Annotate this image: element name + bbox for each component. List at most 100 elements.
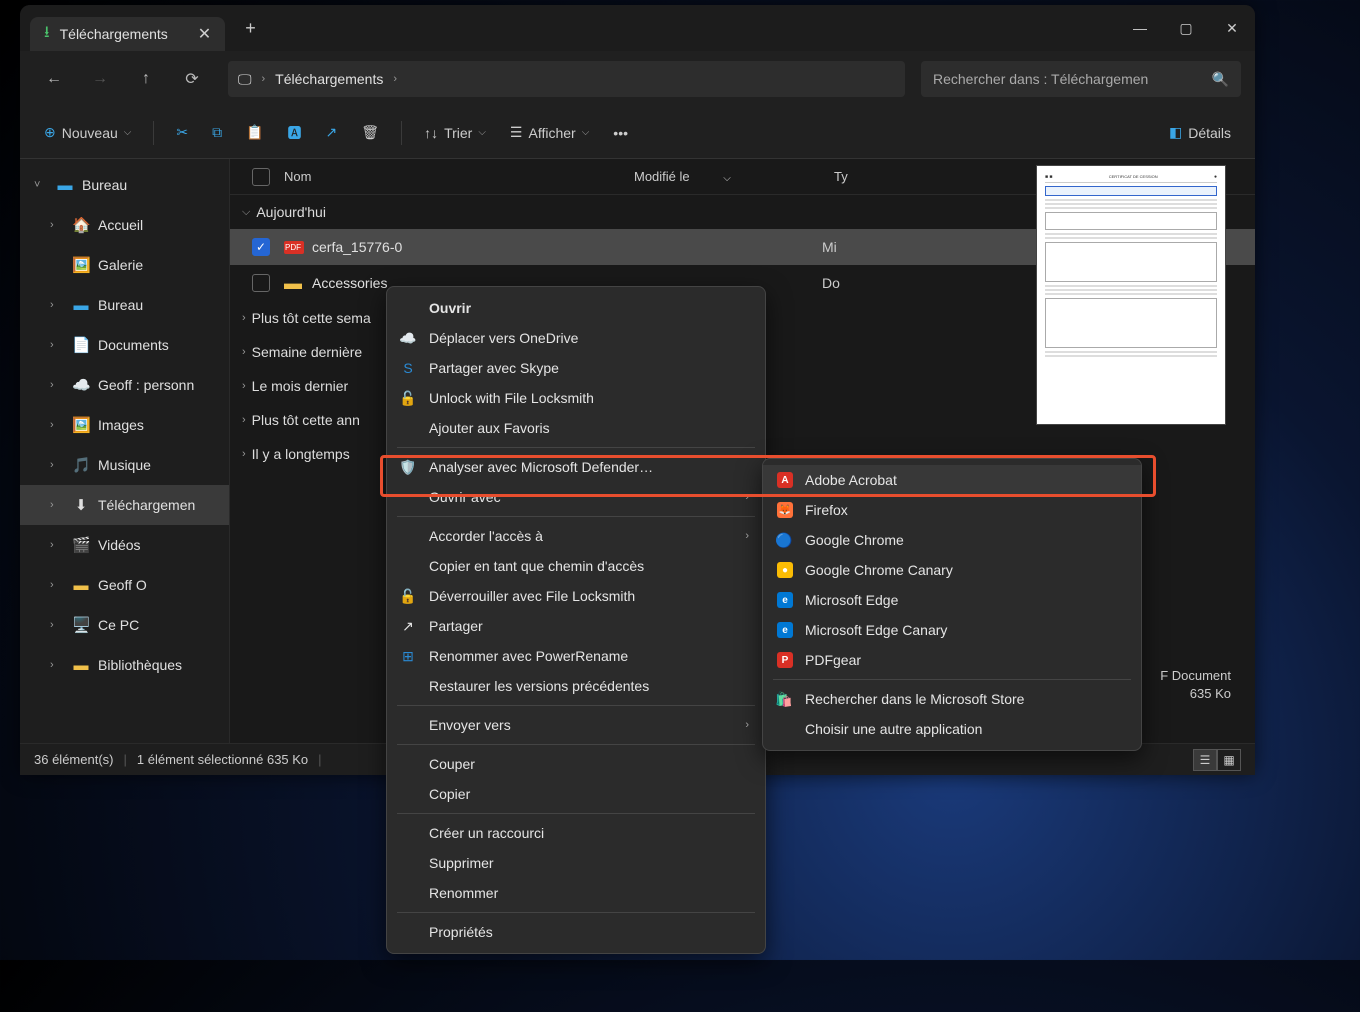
expander-icon[interactable]: › bbox=[50, 459, 64, 471]
menu-item-renommeravecpowerren[interactable]: ⊞Renommer avec PowerRename bbox=[387, 641, 765, 671]
row-checkbox[interactable]: ✓ bbox=[252, 238, 270, 256]
expander-icon[interactable]: › bbox=[50, 499, 64, 511]
details-view-toggle[interactable]: ☰ bbox=[1193, 749, 1217, 771]
row-checkbox[interactable] bbox=[252, 274, 270, 292]
menu-item-proprits[interactable]: Propriétés bbox=[387, 917, 765, 947]
new-button[interactable]: ⊕ Nouveau ⌵ bbox=[34, 115, 141, 151]
col-name[interactable]: Nom bbox=[284, 169, 634, 184]
paste-button[interactable]: 📋 bbox=[236, 115, 273, 151]
forward-button[interactable]: → bbox=[80, 59, 120, 99]
chevron-right-icon[interactable]: › bbox=[242, 448, 246, 460]
breadcrumb[interactable]: 🖵 › Téléchargements › bbox=[228, 61, 905, 97]
view-button[interactable]: ☰ Afficher ⌵ bbox=[500, 115, 599, 151]
sidebar-item-musique[interactable]: ›🎵Musique bbox=[20, 445, 229, 485]
menu-item-dplacerversonedrive[interactable]: ☁️Déplacer vers OneDrive bbox=[387, 323, 765, 353]
sidebar-item-bibliothques[interactable]: ›▬Bibliothèques bbox=[20, 645, 229, 685]
col-type[interactable]: Ty bbox=[834, 169, 934, 184]
maximize-button[interactable]: ▢ bbox=[1163, 10, 1209, 46]
close-button[interactable]: ✕ bbox=[1209, 10, 1255, 46]
chevron-right-icon[interactable]: › bbox=[242, 380, 246, 392]
new-tab-button[interactable]: + bbox=[245, 18, 256, 39]
menu-item-ouvriravec[interactable]: Ouvrir avec› bbox=[387, 482, 765, 512]
search-box[interactable]: Rechercher dans : Téléchargemen 🔍 bbox=[921, 61, 1241, 97]
openwith-adobeacrobat[interactable]: AAdobe Acrobat bbox=[763, 465, 1141, 495]
menu-item-supprimer[interactable]: Supprimer bbox=[387, 848, 765, 878]
sidebar-label: Bibliothèques bbox=[98, 657, 182, 673]
chevron-right-icon[interactable]: › bbox=[242, 312, 246, 324]
col-modified[interactable]: Modifié le ⌵ bbox=[634, 169, 834, 184]
sidebar-item-geoffpersonn[interactable]: ›☁️Geoff : personn bbox=[20, 365, 229, 405]
menu-item-dverrouilleravecfile[interactable]: 🔓Déverrouiller avec File Locksmith bbox=[387, 581, 765, 611]
chevron-right-icon[interactable]: › bbox=[242, 414, 246, 426]
openwith-microsoftedgecanary[interactable]: eMicrosoft Edge Canary bbox=[763, 615, 1141, 645]
expander-icon[interactable]: › bbox=[50, 219, 64, 231]
menu-item-crerunraccourci[interactable]: Créer un raccourci bbox=[387, 818, 765, 848]
openwith-microsoftedge[interactable]: eMicrosoft Edge bbox=[763, 585, 1141, 615]
open-with-submenu[interactable]: AAdobe Acrobat🦊Firefox🔵Google Chrome●Goo… bbox=[762, 458, 1142, 751]
chevron-right-icon[interactable]: › bbox=[242, 346, 246, 358]
expander-icon[interactable]: › bbox=[50, 579, 64, 591]
menu-item-copierentantquechemi[interactable]: Copier en tant que chemin d'accès bbox=[387, 551, 765, 581]
context-menu[interactable]: Ouvrir☁️Déplacer vers OneDriveSPartager … bbox=[386, 286, 766, 954]
sidebar-item-images[interactable]: ›🖼️Images bbox=[20, 405, 229, 445]
openwith-firefox[interactable]: 🦊Firefox bbox=[763, 495, 1141, 525]
sidebar-item-cepc[interactable]: ›🖥️Ce PC bbox=[20, 605, 229, 645]
tab-close-button[interactable]: ✕ bbox=[198, 24, 211, 44]
menu-item-unlockwithfilelocksm[interactable]: 🔓Unlock with File Locksmith bbox=[387, 383, 765, 413]
sort-button[interactable]: ↑↓ Trier ⌵ bbox=[414, 115, 496, 151]
delete-button[interactable]: 🗑 bbox=[351, 115, 389, 151]
expander-icon[interactable]: › bbox=[50, 539, 64, 551]
menu-item-restaurerlesversions[interactable]: Restaurer les versions précédentes bbox=[387, 671, 765, 701]
sidebar-item-bureau[interactable]: ˅▬Bureau bbox=[20, 165, 229, 205]
menu-item-renommer[interactable]: Renommer bbox=[387, 878, 765, 908]
folder-icon: 🖼️ bbox=[72, 256, 90, 274]
select-all-checkbox[interactable] bbox=[252, 168, 270, 186]
menu-item-analyseravecmicrosof[interactable]: 🛡️Analyser avec Microsoft Defender… bbox=[387, 452, 765, 482]
minimize-button[interactable]: — bbox=[1117, 10, 1163, 46]
chevron-down-icon[interactable]: ⌵ bbox=[242, 206, 250, 219]
details-pane-button[interactable]: ◧ Détails bbox=[1159, 115, 1241, 151]
copy-button[interactable]: ⧉ bbox=[202, 115, 232, 151]
expander-icon[interactable]: › bbox=[50, 619, 64, 631]
menu-item-ouvrir[interactable]: Ouvrir bbox=[387, 293, 765, 323]
sidebar-item-accueil[interactable]: ›🏠Accueil bbox=[20, 205, 229, 245]
refresh-button[interactable]: ⟳ bbox=[172, 59, 212, 99]
menu-item-partageravecskype[interactable]: SPartager avec Skype bbox=[387, 353, 765, 383]
rename-button[interactable]: 🅰 bbox=[278, 115, 312, 151]
sidebar[interactable]: ˅▬Bureau›🏠Accueil🖼️Galerie›▬Bureau›📄Docu… bbox=[20, 159, 230, 743]
openwith-pdfgear[interactable]: PPDFgear bbox=[763, 645, 1141, 675]
menu-item-couper[interactable]: Couper bbox=[387, 749, 765, 779]
address-bar: ← → ↑ ⟳ 🖵 › Téléchargements › Rechercher… bbox=[20, 51, 1255, 107]
expander-icon[interactable]: › bbox=[50, 379, 64, 391]
share-button[interactable]: ↗ bbox=[316, 115, 348, 151]
sidebar-item-geoffo[interactable]: ›▬Geoff O bbox=[20, 565, 229, 605]
expander-icon[interactable]: ˅ bbox=[34, 179, 48, 191]
menu-item-envoyervers[interactable]: Envoyer vers› bbox=[387, 710, 765, 740]
sidebar-item-documents[interactable]: ›📄Documents bbox=[20, 325, 229, 365]
sidebar-item-bureau[interactable]: ›▬Bureau bbox=[20, 285, 229, 325]
up-button[interactable]: ↑ bbox=[126, 59, 166, 99]
menu-item-accorderlaccs[interactable]: Accorder l'accès à› bbox=[387, 521, 765, 551]
expander-icon[interactable]: › bbox=[50, 339, 64, 351]
thumbnails-view-toggle[interactable]: ▦ bbox=[1217, 749, 1241, 771]
sidebar-item-vidos[interactable]: ›🎬Vidéos bbox=[20, 525, 229, 565]
openwith-rechercherdanslemicrosoftstore[interactable]: 🛍️Rechercher dans le Microsoft Store bbox=[763, 684, 1141, 714]
back-button[interactable]: ← bbox=[34, 59, 74, 99]
menu-item-ajouterauxfavoris[interactable]: Ajouter aux Favoris bbox=[387, 413, 765, 443]
paste-icon: 📋 bbox=[246, 124, 263, 141]
cut-button[interactable]: ✂ bbox=[166, 115, 198, 151]
sidebar-item-tlchargemen[interactable]: ›⬇Téléchargemen bbox=[20, 485, 229, 525]
expander-icon[interactable]: › bbox=[50, 299, 64, 311]
menu-item-partager[interactable]: ↗Partager bbox=[387, 611, 765, 641]
menu-item-copier[interactable]: Copier bbox=[387, 779, 765, 809]
sidebar-item-galerie[interactable]: 🖼️Galerie bbox=[20, 245, 229, 285]
expander-icon[interactable]: › bbox=[50, 659, 64, 671]
sort-indicator-icon: ⌵ bbox=[723, 173, 731, 184]
expander-icon[interactable]: › bbox=[50, 419, 64, 431]
more-button[interactable]: ••• bbox=[603, 115, 638, 151]
openwith-choisiruneautreapplication[interactable]: Choisir une autre application bbox=[763, 714, 1141, 744]
breadcrumb-location[interactable]: Téléchargements bbox=[275, 71, 383, 87]
tab-downloads[interactable]: ⭳ Téléchargements ✕ bbox=[30, 17, 225, 51]
openwith-googlechrome[interactable]: 🔵Google Chrome bbox=[763, 525, 1141, 555]
openwith-googlechromecanary[interactable]: ●Google Chrome Canary bbox=[763, 555, 1141, 585]
